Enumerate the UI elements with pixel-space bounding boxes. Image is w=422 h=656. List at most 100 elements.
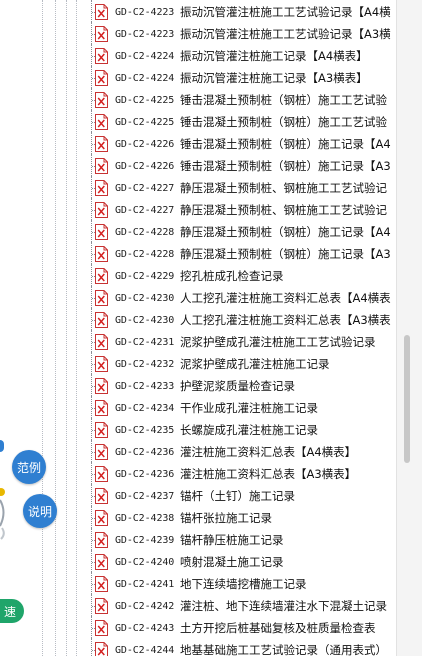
file-list-item[interactable]: GD-C2-4234 干作业成孔灌注桩施工记录 xyxy=(84,396,396,420)
side-handle[interactable] xyxy=(0,440,4,452)
pdf-file-icon xyxy=(95,290,108,306)
pdf-file-icon xyxy=(95,4,108,20)
file-title: 灌注桩施工资料汇总表【A3横表】 xyxy=(180,467,357,481)
file-list-item[interactable]: GD-C2-4236 灌注桩施工资料汇总表【A3横表】 xyxy=(84,462,396,486)
file-list-item[interactable]: GD-C2-4243 土方开挖后桩基础复核及桩质量检查表 xyxy=(84,616,396,640)
file-title: 锤击混凝土预制桩（钢桩）施工记录【A4 xyxy=(180,137,391,151)
file-title: 静压混凝土预制桩（钢桩）施工记录【A3 xyxy=(180,247,391,261)
file-list-item[interactable]: GD-C2-4227 静压混凝土预制桩、钢桩施工工艺试验记 xyxy=(84,198,396,222)
file-list-item[interactable]: GD-C2-4227 静压混凝土预制桩、钢桩施工工艺试验记 xyxy=(84,176,396,200)
file-list: GD-C2-4223 振动沉管灌注桩施工工艺试验记录【A4横 GD-C2-4223 振… xyxy=(84,0,396,656)
file-code: GD-C2-4238 xyxy=(115,512,175,524)
file-list-item[interactable]: GD-C2-4223 振动沉管灌注桩施工工艺试验记录【A3横 xyxy=(84,22,396,46)
file-title: 锚杆张拉施工记录 xyxy=(180,511,272,525)
file-code: GD-C2-4233 xyxy=(115,380,175,392)
pdf-file-icon xyxy=(95,114,108,130)
file-list-item[interactable]: GD-C2-4230 人工挖孔灌注桩施工资料汇总表【A3横表 xyxy=(84,308,396,332)
file-code: GD-C2-4223 xyxy=(115,6,175,18)
file-list-item[interactable]: GD-C2-4224 振动沉管灌注桩施工记录【A4横表】 xyxy=(84,44,396,68)
file-title: 振动沉管灌注桩施工工艺试验记录【A4横 xyxy=(180,5,391,19)
speed-button[interactable]: 速 xyxy=(0,599,24,623)
pdf-file-icon xyxy=(95,378,108,394)
file-list-item[interactable]: GD-C2-4244 地基基础施工工艺试验记录（通用表式） xyxy=(84,638,396,656)
file-code: GD-C2-4226 xyxy=(115,160,175,172)
file-list-item[interactable]: GD-C2-4228 静压混凝土预制桩（钢桩）施工记录【A3 xyxy=(84,242,396,266)
tree-connector-line xyxy=(91,638,92,656)
file-code: GD-C2-4225 xyxy=(115,116,175,128)
pdf-file-icon xyxy=(95,576,108,592)
explain-button-label: 说明 xyxy=(27,504,52,519)
explain-button[interactable]: 说明 xyxy=(23,494,57,528)
speed-button-label: 速 xyxy=(3,604,16,619)
file-code: GD-C2-4230 xyxy=(115,292,175,304)
pdf-file-icon xyxy=(95,312,108,328)
file-code: GD-C2-4224 xyxy=(115,50,175,62)
scrollbar-thumb[interactable] xyxy=(404,335,410,463)
pdf-file-icon xyxy=(95,136,108,152)
file-code: GD-C2-4244 xyxy=(115,644,175,656)
file-title: 土方开挖后桩基础复核及桩质量检查表 xyxy=(180,621,376,635)
file-code: GD-C2-4237 xyxy=(115,490,175,502)
file-list-item[interactable]: GD-C2-4232 泥浆护壁成孔灌注桩施工记录 xyxy=(84,352,396,376)
pdf-file-icon xyxy=(95,554,108,570)
pdf-file-icon xyxy=(95,488,108,504)
file-list-item[interactable]: GD-C2-4239 锚杆静压桩施工记录 xyxy=(84,528,396,552)
pdf-file-icon xyxy=(95,26,108,42)
file-title: 锤击混凝土预制桩（钢桩）施工工艺试验 xyxy=(180,115,387,129)
decoration-shape xyxy=(0,488,5,540)
file-list-item[interactable]: GD-C2-4237 锚杆（土钉）施工记录 xyxy=(84,484,396,508)
file-list-item[interactable]: GD-C2-4242 灌注桩、地下连续墙灌注水下混凝土记录 xyxy=(84,594,396,618)
file-list-item[interactable]: GD-C2-4238 锚杆张拉施工记录 xyxy=(84,506,396,530)
file-code: GD-C2-4226 xyxy=(115,138,175,150)
file-list-item[interactable]: GD-C2-4229 挖孔桩成孔检查记录 xyxy=(84,264,396,288)
file-title: 人工挖孔灌注桩施工资料汇总表【A3横表 xyxy=(180,313,391,327)
file-list-item[interactable]: GD-C2-4240 喷射混凝土施工记录 xyxy=(84,550,396,574)
pdf-file-icon xyxy=(95,92,108,108)
file-title: 地下连续墙挖槽施工记录 xyxy=(180,577,307,591)
file-title: 喷射混凝土施工记录 xyxy=(180,555,284,569)
file-code: GD-C2-4241 xyxy=(115,578,175,590)
file-code: GD-C2-4234 xyxy=(115,402,175,414)
file-list-item[interactable]: GD-C2-4226 锤击混凝土预制桩（钢桩）施工记录【A3 xyxy=(84,154,396,178)
file-title: 振动沉管灌注桩施工记录【A3横表】 xyxy=(180,71,368,85)
file-code: GD-C2-4230 xyxy=(115,314,175,326)
file-title: 振动沉管灌注桩施工记录【A4横表】 xyxy=(180,49,368,63)
file-title: 静压混凝土预制桩、钢桩施工工艺试验记 xyxy=(180,181,387,195)
pdf-file-icon xyxy=(95,510,108,526)
file-title: 人工挖孔灌注桩施工资料汇总表【A4横表 xyxy=(180,291,391,305)
tree-guide-line xyxy=(55,0,56,656)
file-code: GD-C2-4231 xyxy=(115,336,175,348)
tree-guide-line xyxy=(76,0,77,656)
pdf-file-icon xyxy=(95,620,108,636)
file-list-item[interactable]: GD-C2-4241 地下连续墙挖槽施工记录 xyxy=(84,572,396,596)
file-title: 静压混凝土预制桩（钢桩）施工记录【A4 xyxy=(180,225,391,239)
file-list-item[interactable]: GD-C2-4230 人工挖孔灌注桩施工资料汇总表【A4横表 xyxy=(84,286,396,310)
file-list-item[interactable]: GD-C2-4225 锤击混凝土预制桩（钢桩）施工工艺试验 xyxy=(84,110,396,134)
file-title: 护壁泥浆质量检查记录 xyxy=(180,379,295,393)
pdf-file-icon xyxy=(95,422,108,438)
file-list-item[interactable]: GD-C2-4224 振动沉管灌注桩施工记录【A3横表】 xyxy=(84,66,396,90)
file-code: GD-C2-4225 xyxy=(115,94,175,106)
pdf-file-icon xyxy=(95,444,108,460)
file-list-item[interactable]: GD-C2-4223 振动沉管灌注桩施工工艺试验记录【A4横 xyxy=(84,0,396,24)
file-code: GD-C2-4232 xyxy=(115,358,175,370)
example-button[interactable]: 范例 xyxy=(12,450,46,484)
file-list-item[interactable]: GD-C2-4226 锤击混凝土预制桩（钢桩）施工记录【A4 xyxy=(84,132,396,156)
pdf-file-icon xyxy=(95,532,108,548)
vertical-scrollbar[interactable] xyxy=(396,0,422,656)
file-list-item[interactable]: GD-C2-4235 长螺旋成孔灌注桩施工记录 xyxy=(84,418,396,442)
file-list-item[interactable]: GD-C2-4236 灌注桩施工资料汇总表【A4横表】 xyxy=(84,440,396,464)
file-list-item[interactable]: GD-C2-4228 静压混凝土预制桩（钢桩）施工记录【A4 xyxy=(84,220,396,244)
file-title: 泥浆护壁成孔灌注桩施工工艺试验记录 xyxy=(180,335,376,349)
file-code: GD-C2-4223 xyxy=(115,28,175,40)
file-title: 长螺旋成孔灌注桩施工记录 xyxy=(180,423,318,437)
pdf-file-icon xyxy=(95,598,108,614)
pdf-file-icon xyxy=(95,642,108,656)
file-list-item[interactable]: GD-C2-4231 泥浆护壁成孔灌注桩施工工艺试验记录 xyxy=(84,330,396,354)
file-list-item[interactable]: GD-C2-4233 护壁泥浆质量检查记录 xyxy=(84,374,396,398)
pdf-file-icon xyxy=(95,158,108,174)
file-code: GD-C2-4228 xyxy=(115,226,175,238)
example-button-label: 范例 xyxy=(16,460,41,475)
file-title: 锚杆静压桩施工记录 xyxy=(180,533,284,547)
file-list-item[interactable]: GD-C2-4225 锤击混凝土预制桩（钢桩）施工工艺试验 xyxy=(84,88,396,112)
